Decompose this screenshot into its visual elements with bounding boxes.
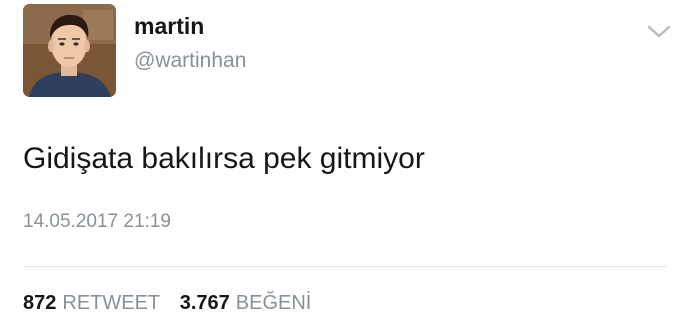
- like-count: 3.767: [179, 292, 230, 314]
- avatar[interactable]: [23, 4, 116, 97]
- profile-photo-icon: [23, 4, 116, 97]
- retweet-stat[interactable]: 872 RETWEET: [23, 293, 160, 313]
- retweet-count: 872: [23, 292, 57, 314]
- like-label: BEĞENİ: [235, 292, 312, 314]
- retweet-label: RETWEET: [62, 292, 161, 314]
- tweet-timestamp[interactable]: 14.05.2017 21:19: [23, 212, 171, 231]
- author-handle[interactable]: @wartinhan: [134, 50, 246, 71]
- tweet-card: martin @wartinhan Gidişata bakılırsa pek…: [0, 0, 690, 336]
- author-name[interactable]: martin: [134, 15, 204, 38]
- chevron-down-icon[interactable]: [646, 24, 672, 40]
- tweet-text: Gidişata bakılırsa pek gitmiyor: [23, 142, 425, 175]
- tweet-stats: 872 RETWEET 3.767 BEĞENİ: [23, 293, 311, 313]
- like-stat[interactable]: 3.767 BEĞENİ: [180, 293, 312, 313]
- divider: [23, 266, 667, 267]
